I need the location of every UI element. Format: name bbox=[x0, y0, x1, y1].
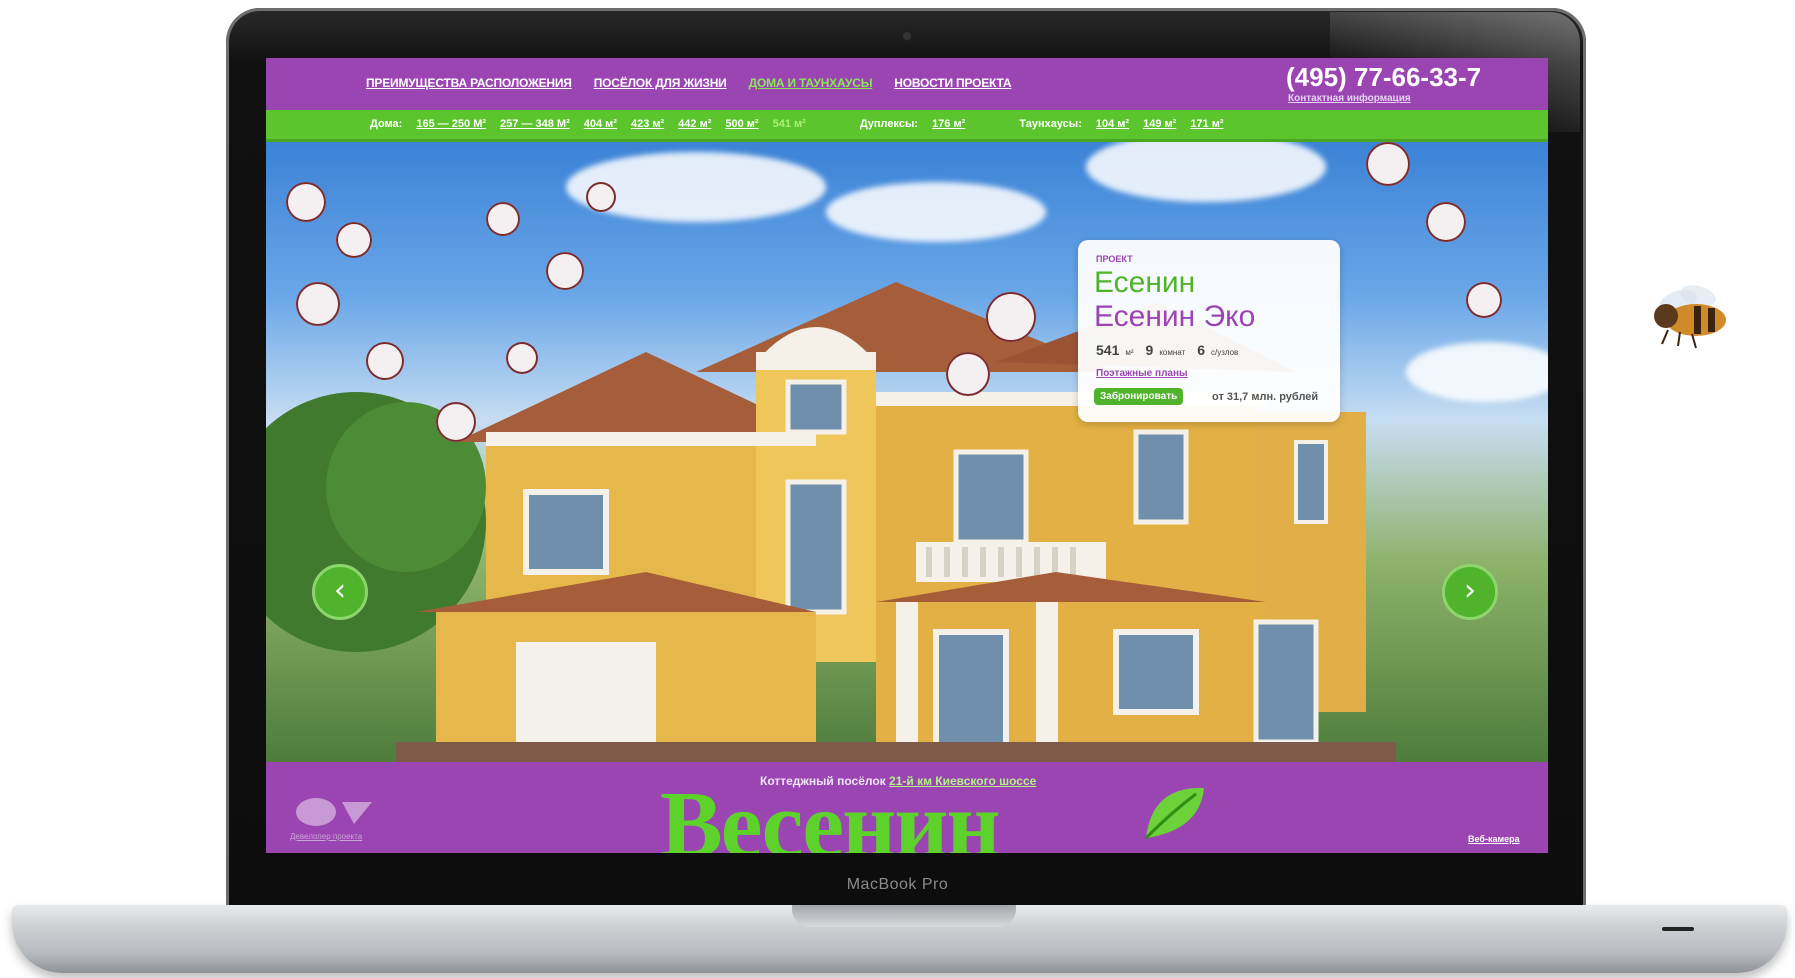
nav-houses-townhouses[interactable]: Дома и таунхаусы bbox=[749, 76, 873, 90]
prev-slide-button[interactable]: ‹ bbox=[312, 564, 368, 620]
sleep-indicator-icon bbox=[1662, 927, 1694, 931]
blossom bbox=[436, 402, 476, 442]
blossom bbox=[546, 252, 584, 290]
houses-label: Дома: bbox=[370, 118, 403, 130]
device-brand: MacBook Pro bbox=[846, 876, 949, 893]
blossom bbox=[286, 182, 326, 222]
blossom bbox=[1426, 202, 1466, 242]
webcam-icon bbox=[903, 32, 911, 40]
house-size-link[interactable]: 404 м² bbox=[584, 118, 617, 130]
area-unit: м² bbox=[1125, 348, 1134, 357]
next-slide-button[interactable]: › bbox=[1442, 564, 1498, 620]
nav-location-benefits[interactable]: Преимущества расположения bbox=[366, 76, 572, 90]
house-size-selected[interactable]: 541 м² bbox=[773, 118, 806, 130]
bathrooms-value: 6 bbox=[1197, 342, 1206, 358]
blossom bbox=[1466, 282, 1502, 318]
blossom bbox=[336, 222, 372, 258]
house-size-link[interactable]: 442 м² bbox=[678, 118, 711, 130]
rooms-value: 9 bbox=[1145, 342, 1154, 358]
house-size-link[interactable]: 165 — 250 М² bbox=[416, 118, 486, 130]
top-navbar: Преимущества расположения Посёлок для жи… bbox=[266, 58, 1548, 110]
developer-logo-icon bbox=[296, 798, 372, 826]
main-nav: Преимущества расположения Посёлок для жи… bbox=[366, 76, 1011, 90]
house-size-bar: Дома: 165 — 250 М² 257 — 348 М² 404 м² 4… bbox=[266, 110, 1548, 142]
blossom bbox=[586, 182, 616, 212]
stage: Преимущества расположения Посёлок для жи… bbox=[0, 0, 1795, 978]
townhouse-size-link[interactable]: 171 м² bbox=[1190, 118, 1223, 130]
rooms-unit: комнат bbox=[1159, 348, 1186, 357]
townhouse-size-link[interactable]: 149 м² bbox=[1143, 118, 1176, 130]
blossom bbox=[366, 342, 404, 380]
house-size-link[interactable]: 423 м² bbox=[631, 118, 664, 130]
cloud bbox=[1406, 342, 1548, 402]
project-title-link[interactable]: Есенин bbox=[1094, 266, 1195, 300]
price-text: от 31,7 млн. рублей bbox=[1212, 391, 1319, 403]
footer-bar: Девелопер проекта Коттеджный посёлок 21-… bbox=[266, 762, 1548, 853]
project-kicker: проект bbox=[1096, 254, 1133, 264]
hero-slide: ‹ › проект Есенин Есенин Эко 541 м² 9 комн… bbox=[266, 142, 1548, 762]
nav-village-life[interactable]: Посёлок для жизни bbox=[594, 76, 727, 90]
bathrooms-unit: с/узлов bbox=[1211, 348, 1239, 357]
blossom bbox=[1366, 142, 1410, 186]
contact-info-link[interactable]: Контактная информация bbox=[1288, 93, 1411, 104]
blossom bbox=[486, 202, 520, 236]
bee-icon bbox=[1654, 285, 1726, 349]
cloud bbox=[826, 182, 1046, 242]
screen: Преимущества расположения Посёлок для жи… bbox=[266, 58, 1548, 853]
duplex-size-link[interactable]: 176 м² bbox=[932, 118, 965, 130]
book-button[interactable]: Забронировать bbox=[1094, 388, 1184, 405]
phone-number: (495) 77-66-33-7 bbox=[1286, 62, 1482, 92]
house-size-link[interactable]: 257 — 348 М² bbox=[500, 118, 570, 130]
project-info-card: проект Есенин Есенин Эко 541 м² 9 комнат 6… bbox=[1078, 240, 1340, 422]
area-value: 541 bbox=[1096, 342, 1120, 358]
floor-plans-link[interactable]: Поэтажные планы bbox=[1096, 368, 1188, 379]
blossom bbox=[506, 342, 538, 374]
leaf-icon bbox=[1144, 787, 1204, 840]
duplex-label: Дуплексы: bbox=[859, 118, 919, 130]
laptop-notch bbox=[792, 905, 1016, 927]
townhouse-size-link[interactable]: 104 м² bbox=[1096, 118, 1129, 130]
project-stats: 541 м² 9 комнат 6 с/узлов bbox=[1096, 342, 1244, 358]
webcam-link[interactable]: Веб-камера bbox=[1468, 834, 1520, 844]
blossom bbox=[946, 352, 990, 396]
house-size-list: Дома: 165 — 250 М² 257 — 348 М² 404 м² 4… bbox=[370, 118, 1224, 130]
cloud bbox=[1086, 142, 1326, 202]
blossom bbox=[986, 292, 1036, 342]
nav-project-news[interactable]: Новости проекта bbox=[894, 76, 1011, 90]
house-size-link[interactable]: 500 м² bbox=[725, 118, 758, 130]
site-logo[interactable]: Весенин bbox=[660, 778, 1001, 853]
developer-link[interactable]: Девелопер проекта bbox=[290, 832, 362, 841]
blossom bbox=[296, 282, 340, 326]
townhouse-label: Таунхаусы: bbox=[1019, 118, 1082, 130]
project-eco-title-link[interactable]: Есенин Эко bbox=[1094, 300, 1255, 334]
